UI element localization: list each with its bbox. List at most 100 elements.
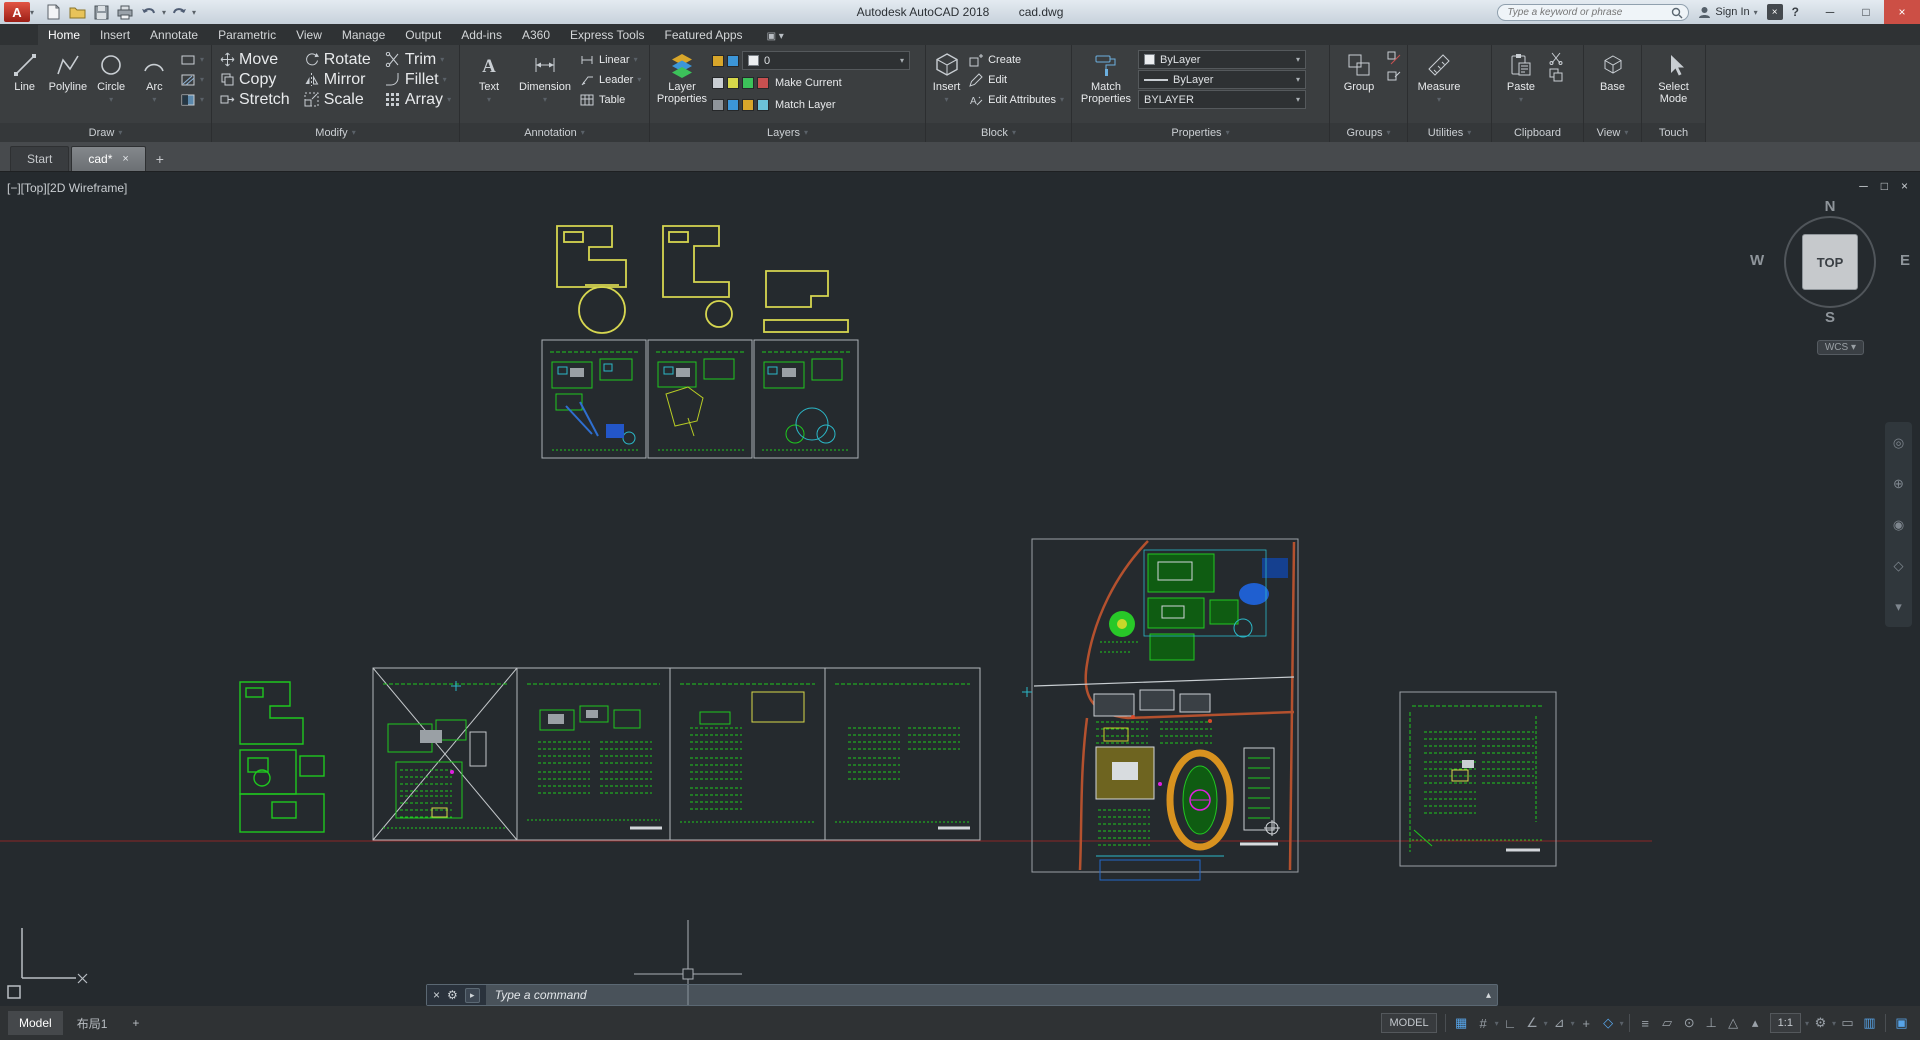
snap-mode-toggle[interactable]: #	[1473, 1011, 1494, 1035]
edit-attributes-button[interactable]: A Edit Attributes ▾	[965, 90, 1067, 109]
caret-down-icon[interactable]: ▾	[1620, 1019, 1624, 1028]
transparency-toggle[interactable]: ▱	[1657, 1011, 1678, 1035]
caret-down-icon[interactable]: ▾	[1832, 1019, 1836, 1028]
search-icon[interactable]	[1671, 7, 1683, 19]
select-mode-button[interactable]: Select Mode	[1646, 48, 1701, 105]
autoscale-toggle[interactable]: ▴	[1745, 1011, 1766, 1035]
tab-annotate[interactable]: Annotate	[140, 25, 208, 45]
group-button[interactable]: Group	[1334, 48, 1384, 93]
minimize-button[interactable]: ─	[1812, 0, 1848, 24]
navigation-wheel-icon[interactable]: ◎	[1893, 435, 1904, 451]
orbit-icon[interactable]: ◇	[1894, 558, 1904, 574]
new-layout-button[interactable]: +	[121, 1011, 150, 1035]
panel-label-touch[interactable]: Touch	[1642, 123, 1705, 142]
measure-button[interactable]: Measure ▾	[1412, 48, 1466, 106]
grid-display-toggle[interactable]: ▦	[1451, 1011, 1472, 1035]
line-button[interactable]: Line	[4, 48, 45, 93]
fillet-button[interactable]: Fillet ▾	[382, 70, 454, 89]
viewport-close-icon[interactable]: ×	[1901, 179, 1908, 193]
app-menu-caret-icon[interactable]: ▾	[30, 8, 34, 17]
layer-tool-icon[interactable]	[727, 76, 739, 89]
object-snap-toggle[interactable]: ◇	[1598, 1011, 1619, 1035]
tab-output[interactable]: Output	[395, 25, 451, 45]
zoom-icon[interactable]: ◉	[1893, 517, 1904, 533]
mirror-button[interactable]: Mirror	[301, 70, 374, 89]
caret-down-icon[interactable]: ▾	[1571, 1019, 1575, 1028]
workspace-switching-button[interactable]: ⚙	[1810, 1011, 1831, 1035]
tab-insert[interactable]: Insert	[90, 25, 140, 45]
dynamic-ucs-toggle[interactable]: ⊥	[1701, 1011, 1722, 1035]
site-plan-thumbnails[interactable]	[541, 339, 859, 459]
panel-label-draw[interactable]: Draw ▾	[0, 123, 211, 142]
layout1-tab[interactable]: 布局1	[66, 1010, 119, 1037]
viewcube[interactable]: N W E S TOP	[1750, 198, 1910, 326]
edit-block-button[interactable]: Edit	[965, 70, 1067, 89]
tab-home[interactable]: Home	[38, 25, 91, 45]
isometric-drafting-toggle[interactable]: ⊿	[1549, 1011, 1570, 1035]
caret-down-icon[interactable]: ▾	[1544, 1019, 1548, 1028]
base-button[interactable]: Base	[1588, 48, 1637, 93]
graphics-performance-toggle[interactable]: ▥	[1859, 1011, 1880, 1035]
maximize-button[interactable]: □	[1848, 0, 1884, 24]
detail-plan-right[interactable]	[1399, 691, 1557, 867]
ucs-icon[interactable]	[7, 928, 88, 999]
object-color-select[interactable]: ByLayer ▾	[1138, 50, 1306, 69]
panel-label-utilities[interactable]: Utilities ▾	[1408, 123, 1491, 142]
layer-tool-icon[interactable]	[742, 76, 754, 89]
circle-button[interactable]: Circle ▾	[91, 48, 132, 106]
gradient-tool-button[interactable]: ▾	[177, 90, 207, 109]
panel-label-groups[interactable]: Groups ▾	[1330, 123, 1407, 142]
redo-icon[interactable]	[168, 2, 190, 22]
linear-button[interactable]: Linear ▾	[576, 50, 644, 69]
command-customize-icon[interactable]: ⚙	[447, 988, 458, 1002]
annotation-monitor-toggle[interactable]: ▭	[1837, 1011, 1858, 1035]
layer-tool-icon[interactable]	[712, 54, 724, 67]
plot-icon[interactable]	[114, 2, 136, 22]
lineweight-toggle[interactable]: ≡	[1635, 1011, 1656, 1035]
panel-label-annotation[interactable]: Annotation ▾	[460, 123, 649, 142]
caret-down-icon[interactable]: ▾	[1495, 1019, 1499, 1028]
viewport-restore-icon[interactable]: □	[1881, 179, 1888, 193]
array-button[interactable]: Array ▾	[382, 90, 454, 109]
viewcube-south[interactable]: S	[1768, 309, 1892, 326]
viewcube-east[interactable]: E	[1900, 252, 1910, 269]
pan-icon[interactable]: ⊕	[1893, 476, 1904, 492]
command-close-icon[interactable]: ×	[433, 988, 440, 1002]
layer-tool-icon[interactable]	[742, 98, 754, 111]
close-tab-icon[interactable]: ×	[122, 153, 128, 165]
master-site-plan[interactable]	[1031, 538, 1299, 881]
match-properties-button[interactable]: Match Properties	[1076, 48, 1136, 105]
rotate-button[interactable]: Rotate	[301, 50, 374, 69]
point-markers[interactable]	[451, 681, 1032, 697]
tab-addins[interactable]: Add-ins	[451, 25, 512, 45]
panel-label-view[interactable]: View ▾	[1584, 123, 1641, 142]
hatch-tool-button[interactable]: ▾	[177, 70, 207, 89]
green-building-outlines[interactable]	[239, 681, 325, 833]
layer-tool-icon[interactable]	[727, 98, 739, 111]
copy-button[interactable]: Copy	[216, 70, 293, 89]
model-tab[interactable]: Model	[8, 1011, 63, 1035]
autocad-logo[interactable]: A	[4, 2, 30, 22]
make-current-button[interactable]: Make Current	[772, 73, 845, 92]
match-layer-button[interactable]: Match Layer	[772, 95, 839, 114]
close-button[interactable]: ×	[1884, 0, 1920, 24]
save-icon[interactable]	[90, 2, 112, 22]
help-icon[interactable]: ?	[1792, 5, 1799, 19]
trim-button[interactable]: Trim ▾	[382, 50, 454, 69]
navbar-menu-icon[interactable]: ▾	[1895, 599, 1902, 615]
stretch-button[interactable]: Stretch	[216, 90, 293, 109]
layer-tool-icon[interactable]	[712, 98, 724, 111]
annotation-scale-button[interactable]: 1:1	[1769, 1013, 1801, 1033]
layer-select[interactable]: 0 ▾	[742, 51, 910, 70]
panel-label-block[interactable]: Block ▾	[926, 123, 1071, 142]
yellow-block-outlines[interactable]	[556, 225, 849, 334]
search-input[interactable]	[1497, 3, 1690, 21]
layer-tool-icon[interactable]	[727, 54, 739, 67]
layer-tool-icon[interactable]	[712, 76, 724, 89]
caret-down-icon[interactable]: ▾	[1805, 1019, 1809, 1028]
recent-commands-icon[interactable]: ▸	[464, 987, 480, 1003]
tab-parametric[interactable]: Parametric	[208, 25, 286, 45]
undo-icon[interactable]	[138, 2, 160, 22]
tab-featured-apps[interactable]: Featured Apps	[655, 25, 753, 45]
create-block-button[interactable]: Create	[965, 50, 1067, 69]
